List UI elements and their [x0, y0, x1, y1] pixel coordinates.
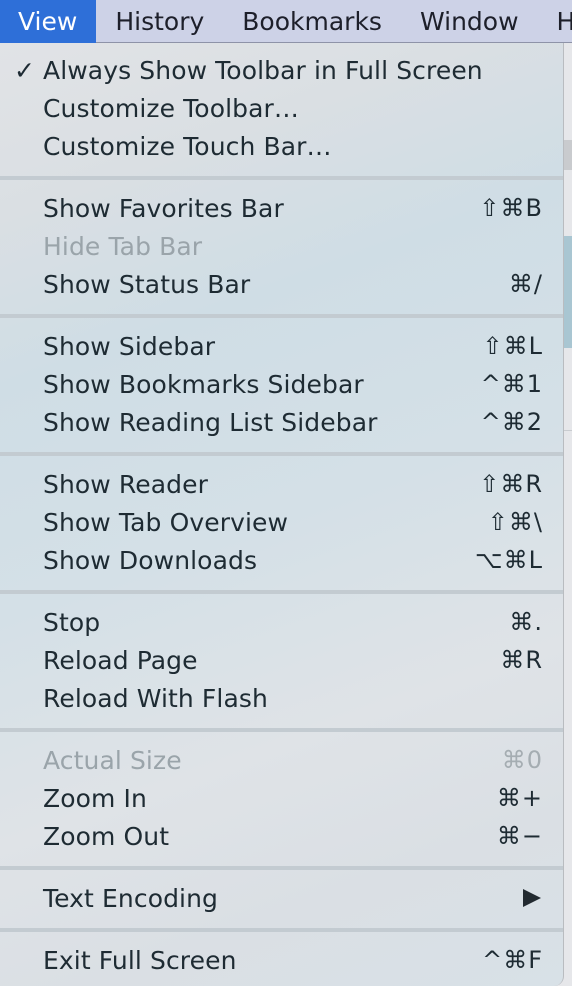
view-menu-dropdown: ✓ Always Show Toolbar in Full Screen Cus… — [0, 43, 564, 986]
menu-separator — [0, 452, 563, 456]
background-strip — [564, 236, 572, 348]
keyboard-shortcut: ⌘/ — [508, 270, 543, 298]
menu-item-reload-page[interactable]: Reload Page ⌘R — [0, 641, 563, 679]
menu-item-show-favorites-bar[interactable]: Show Favorites Bar ⇧⌘B — [0, 189, 563, 227]
menu-item-show-sidebar[interactable]: Show Sidebar ⇧⌘L — [0, 327, 563, 365]
menu-item-reload-with-flash[interactable]: Reload With Flash — [0, 679, 563, 717]
menu-item-label: Show Reading List Sidebar — [43, 407, 378, 437]
menu-separator — [0, 176, 563, 180]
keyboard-shortcut: ^⌘1 — [480, 370, 543, 398]
menu-item-zoom-out[interactable]: Zoom Out ⌘− — [0, 817, 563, 855]
menu-item-show-downloads[interactable]: Show Downloads ⌥⌘L — [0, 541, 563, 579]
menu-bar: View History Bookmarks Window H — [0, 0, 572, 43]
menu-item-label: Show Sidebar — [43, 331, 216, 361]
keyboard-shortcut: ⇧⌘B — [479, 194, 543, 222]
menu-bookmarks[interactable]: Bookmarks — [223, 0, 401, 43]
keyboard-shortcut: ⌘+ — [496, 784, 543, 812]
keyboard-shortcut: ⌘R — [500, 646, 543, 674]
menu-item-customize-touch-bar[interactable]: Customize Touch Bar… — [0, 127, 563, 165]
menu-item-label: Zoom In — [43, 783, 147, 813]
menu-separator — [0, 928, 563, 932]
menu-item-label: Actual Size — [43, 745, 182, 775]
menu-item-show-reader[interactable]: Show Reader ⇧⌘R — [0, 465, 563, 503]
menu-item-label: Zoom Out — [43, 821, 170, 851]
menu-item-label: Show Bookmarks Sidebar — [43, 369, 364, 399]
menu-item-label: Customize Touch Bar… — [43, 131, 332, 161]
menu-item-label: Stop — [43, 607, 101, 637]
submenu-arrow-icon — [523, 889, 541, 907]
menu-item-label: Reload With Flash — [43, 683, 268, 713]
menu-item-actual-size: Actual Size ⌘0 — [0, 741, 563, 779]
menu-window[interactable]: Window — [401, 0, 538, 43]
menu-item-show-status-bar[interactable]: Show Status Bar ⌘/ — [0, 265, 563, 303]
menu-item-label: Text Encoding — [43, 883, 219, 913]
menu-item-label: Customize Toolbar… — [43, 93, 299, 123]
menu-item-label: Show Status Bar — [43, 269, 251, 299]
background-strip — [564, 140, 572, 170]
menu-view[interactable]: View — [0, 0, 97, 43]
menu-item-label: Exit Full Screen — [43, 945, 237, 975]
menu-history[interactable]: History — [96, 0, 223, 43]
menu-separator — [0, 866, 563, 870]
menu-item-show-bookmarks-sidebar[interactable]: Show Bookmarks Sidebar ^⌘1 — [0, 365, 563, 403]
menu-item-stop[interactable]: Stop ⌘. — [0, 603, 563, 641]
menu-item-label: Reload Page — [43, 645, 198, 675]
menu-separator — [0, 590, 563, 594]
menu-item-label: Show Tab Overview — [43, 507, 289, 537]
menu-item-label: Always Show Toolbar in Full Screen — [43, 55, 483, 85]
background-strip — [564, 430, 572, 431]
menu-item-exit-full-screen[interactable]: Exit Full Screen ^⌘F — [0, 941, 563, 979]
keyboard-shortcut: ⌘− — [496, 822, 543, 850]
menu-item-label: Show Reader — [43, 469, 208, 499]
keyboard-shortcut: ⌥⌘L — [474, 546, 543, 574]
menu-item-hide-tab-bar: Hide Tab Bar — [0, 227, 563, 265]
menu-item-show-reading-list-sidebar[interactable]: Show Reading List Sidebar ^⌘2 — [0, 403, 563, 441]
keyboard-shortcut: ⌘. — [509, 608, 543, 636]
keyboard-shortcut: ^⌘2 — [480, 408, 543, 436]
menu-item-always-show-toolbar[interactable]: ✓ Always Show Toolbar in Full Screen — [0, 51, 563, 89]
menu-item-show-tab-overview[interactable]: Show Tab Overview ⇧⌘\ — [0, 503, 563, 541]
menu-separator — [0, 314, 563, 318]
menu-item-customize-toolbar[interactable]: Customize Toolbar… — [0, 89, 563, 127]
keyboard-shortcut: ⇧⌘\ — [487, 508, 543, 536]
menu-item-text-encoding[interactable]: Text Encoding — [0, 879, 563, 917]
keyboard-shortcut: ⌘0 — [501, 746, 543, 774]
menu-separator — [0, 728, 563, 732]
menu-item-zoom-in[interactable]: Zoom In ⌘+ — [0, 779, 563, 817]
menu-help[interactable]: H — [538, 0, 572, 43]
keyboard-shortcut: ^⌘F — [482, 946, 543, 974]
keyboard-shortcut: ⇧⌘R — [479, 470, 543, 498]
menu-item-label: Hide Tab Bar — [43, 231, 203, 261]
menu-item-label: Show Favorites Bar — [43, 193, 284, 223]
checkmark-icon: ✓ — [14, 55, 35, 85]
keyboard-shortcut: ⇧⌘L — [482, 332, 543, 360]
menu-item-label: Show Downloads — [43, 545, 258, 575]
